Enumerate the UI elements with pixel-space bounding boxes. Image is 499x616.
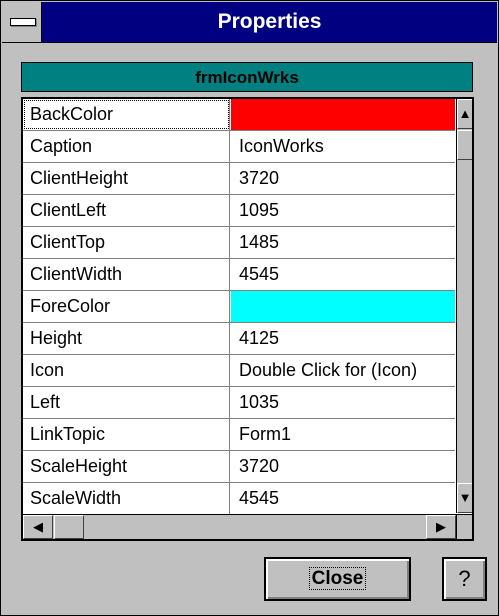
property-row[interactable]: Caption IconWorks (23, 131, 455, 163)
color-swatch[interactable] (231, 99, 455, 130)
property-name[interactable]: ClientWidth (23, 259, 230, 290)
property-row[interactable]: ScaleHeight 3720 (23, 451, 455, 483)
property-row[interactable]: ScaleWidth 4545 (23, 483, 455, 515)
property-name[interactable]: Left (23, 387, 230, 418)
properties-window: Properties frmIconWrks BackColor Caption I… (0, 0, 499, 616)
property-row[interactable]: LinkTopic Form1 (23, 419, 455, 451)
property-name[interactable]: ClientLeft (23, 195, 230, 226)
system-menu-icon (10, 18, 36, 26)
system-menu-button[interactable] (2, 2, 42, 42)
object-selector[interactable]: frmIconWrks (21, 62, 473, 92)
property-value[interactable]: 1035 (231, 387, 455, 418)
property-row[interactable]: Left 1035 (23, 387, 455, 419)
scroll-down-button[interactable]: ▼ (457, 483, 472, 513)
property-row[interactable]: BackColor (23, 99, 455, 131)
property-row[interactable]: ClientWidth 4545 (23, 259, 455, 291)
scroll-right-button[interactable]: ▶ (426, 515, 456, 539)
property-value[interactable]: 3720 (231, 163, 455, 194)
window-title: Properties (217, 10, 322, 33)
arrow-right-icon: ▶ (436, 519, 446, 534)
property-value[interactable]: Form1 (231, 419, 455, 450)
property-row[interactable]: ClientTop 1485 (23, 227, 455, 259)
horizontal-scrollbar[interactable]: ◀ ▶ (23, 514, 456, 539)
arrow-up-icon: ▲ (458, 106, 472, 121)
property-name[interactable]: BackColor (23, 99, 230, 130)
title-bar[interactable]: Properties (2, 2, 497, 43)
property-row[interactable]: Height 4125 (23, 323, 455, 355)
close-button[interactable]: Close (264, 557, 411, 601)
scroll-left-button[interactable]: ◀ (23, 515, 53, 539)
property-value[interactable]: 4545 (231, 483, 455, 514)
vertical-scrollbar[interactable]: ▲ ▼ (456, 99, 472, 513)
property-value[interactable]: 4125 (231, 323, 455, 354)
vertical-scroll-thumb[interactable] (457, 130, 472, 160)
horizontal-scroll-thumb[interactable] (54, 515, 84, 539)
arrow-left-icon: ◀ (33, 519, 43, 534)
property-value[interactable]: 4545 (231, 259, 455, 290)
property-name[interactable]: Caption (23, 131, 230, 162)
help-button[interactable]: ? (442, 557, 487, 601)
scroll-up-button[interactable]: ▲ (457, 99, 472, 129)
property-grid: BackColor Caption IconWorks ClientHeight 372… (21, 97, 474, 541)
property-name[interactable]: LinkTopic (23, 419, 230, 450)
arrow-down-icon: ▼ (458, 490, 472, 505)
property-name[interactable]: ScaleHeight (23, 451, 230, 482)
property-value[interactable] (231, 99, 455, 130)
close-button-label: Close (308, 567, 367, 590)
property-name[interactable]: Icon (23, 355, 230, 386)
property-row[interactable]: ForeColor (23, 291, 455, 323)
scroll-corner (456, 514, 472, 539)
property-name[interactable]: ForeColor (23, 291, 230, 322)
property-name[interactable]: ScaleWidth (23, 483, 230, 514)
color-swatch[interactable] (231, 291, 455, 322)
property-name[interactable]: ClientTop (23, 227, 230, 258)
property-value[interactable]: Double Click for (Icon) (231, 355, 455, 386)
property-row[interactable]: ClientLeft 1095 (23, 195, 455, 227)
property-value[interactable]: 1485 (231, 227, 455, 258)
property-value[interactable]: 1095 (231, 195, 455, 226)
property-value[interactable]: 3720 (231, 451, 455, 482)
property-name[interactable]: ClientHeight (23, 163, 230, 194)
property-name[interactable]: Height (23, 323, 230, 354)
property-value[interactable]: IconWorks (231, 131, 455, 162)
property-value[interactable] (231, 291, 455, 322)
property-row[interactable]: ClientHeight 3720 (23, 163, 455, 195)
property-list: BackColor Caption IconWorks ClientHeight 372… (23, 99, 455, 515)
property-row[interactable]: Icon Double Click for (Icon) (23, 355, 455, 387)
